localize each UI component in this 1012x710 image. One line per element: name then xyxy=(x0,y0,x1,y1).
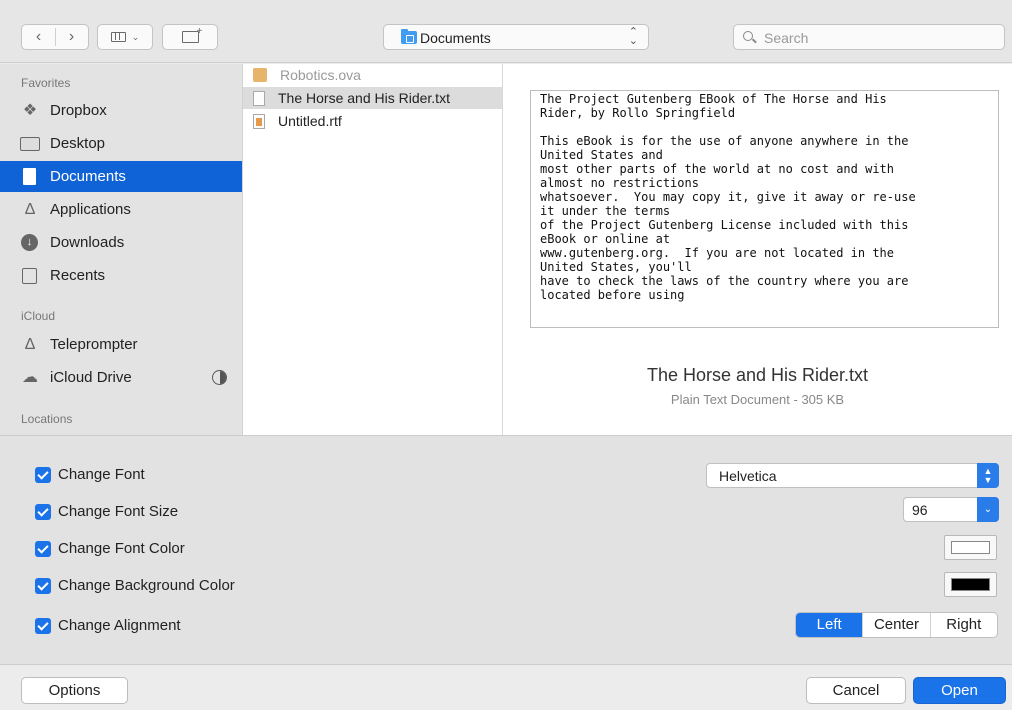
change-background-color-row: Change Background Color xyxy=(35,577,235,594)
applications-icon: ∆ xyxy=(25,335,35,353)
change-alignment-label: Change Alignment xyxy=(58,617,181,634)
file-name: Robotics.ova xyxy=(280,67,361,83)
preview-file-meta: Plain Text Document - 305 KB xyxy=(670,392,845,407)
back-forward-control: ‹ › xyxy=(21,24,89,50)
locations-header: Locations xyxy=(21,412,73,426)
change-font-row: Change Font xyxy=(35,466,145,483)
list-item[interactable]: The Horse and His Rider.txt xyxy=(243,87,502,109)
cancel-button[interactable]: Cancel xyxy=(806,677,906,704)
updown-arrows-icon: ▲ ▼ xyxy=(977,463,999,488)
columns-view-icon xyxy=(110,32,126,42)
new-folder-icon: + xyxy=(181,26,203,43)
change-font-color-checkbox[interactable] xyxy=(35,540,51,557)
change-font-size-label: Change Font Size xyxy=(58,503,179,520)
sidebar-item-documents[interactable]: Documents xyxy=(0,161,242,192)
updown-arrows-icon: ⌃ ⌄ xyxy=(628,26,638,47)
new-folder-button[interactable]: + xyxy=(162,24,218,50)
cloud-icon: ☁ xyxy=(22,368,38,386)
preview-text[interactable]: The Project Gutenberg EBook of The Horse… xyxy=(530,90,999,328)
package-icon xyxy=(253,68,267,82)
sidebar-item-label: Applications xyxy=(50,201,131,218)
change-font-checkbox[interactable] xyxy=(35,466,51,483)
change-font-size-checkbox[interactable] xyxy=(35,503,51,520)
font-value: Helvetica xyxy=(719,468,777,484)
background-color-well[interactable] xyxy=(944,572,997,597)
search-field[interactable]: Search xyxy=(733,24,1005,50)
change-font-size-row: Change Font Size xyxy=(35,503,178,520)
location-popup[interactable]: Documents ⌃ ⌄ xyxy=(383,24,649,50)
change-background-color-label: Change Background Color xyxy=(58,577,235,594)
location-label: Documents xyxy=(420,30,491,46)
chevron-down-icon: ⌄ xyxy=(131,31,140,42)
file-name: The Horse and His Rider.txt xyxy=(278,90,450,106)
sidebar-item-label: iCloud Drive xyxy=(50,369,132,386)
file-list: Robotics.ova The Horse and His Rider.txt… xyxy=(243,64,503,435)
list-item[interactable]: Untitled.rtf xyxy=(243,110,502,132)
sidebar-item-label: Downloads xyxy=(50,234,125,251)
background-color-swatch xyxy=(951,578,990,591)
sidebar-item-desktop[interactable]: Desktop xyxy=(0,128,242,159)
alignment-segmented-control: Left Center Right xyxy=(795,612,998,638)
sidebar-item-label: Dropbox xyxy=(50,102,107,119)
sidebar-item-downloads[interactable]: ↓ Downloads xyxy=(0,227,242,258)
font-popup[interactable]: Helvetica ▲ ▼ xyxy=(706,463,999,488)
change-font-label: Change Font xyxy=(58,466,145,483)
sidebar-item-label: Recents xyxy=(50,267,106,284)
align-center-segment[interactable]: Center xyxy=(862,613,929,637)
chevron-down-icon: ⌄ xyxy=(977,497,999,522)
font-color-well[interactable] xyxy=(944,535,997,560)
sidebar-item-label: Documents xyxy=(50,168,126,185)
icloud-header: iCloud xyxy=(21,309,56,323)
font-size-combo[interactable]: 96 ⌄ xyxy=(903,497,999,522)
preview-pane: The Project Gutenberg EBook of The Horse… xyxy=(503,64,1012,435)
options-button[interactable]: Options xyxy=(21,677,128,704)
forward-icon[interactable]: › xyxy=(55,28,88,46)
downloads-icon: ↓ xyxy=(19,233,41,252)
open-button[interactable]: Open xyxy=(913,677,1006,704)
sidebar-item-recents[interactable]: Recents xyxy=(0,260,242,291)
sidebar-item-applications[interactable]: ∆ Applications xyxy=(0,194,242,225)
search-placeholder: Search xyxy=(764,30,809,46)
folder-icon xyxy=(401,29,417,44)
toolbar: ‹ › ⌄ + Documents ⌃ ⌄ Search xyxy=(0,0,1012,63)
view-mode-button[interactable]: ⌄ xyxy=(97,24,153,50)
recents-icon xyxy=(19,267,41,285)
desktop-icon xyxy=(19,135,41,153)
change-alignment-row: Change Alignment xyxy=(35,617,181,634)
sidebar-item-teleprompter[interactable]: ∆ Teleprompter xyxy=(0,329,242,360)
dropbox-icon: ❖ xyxy=(22,101,38,119)
sidebar-item-label: Desktop xyxy=(50,135,106,152)
rtf-file-icon xyxy=(253,113,265,129)
change-font-color-label: Change Font Color xyxy=(58,540,185,557)
change-alignment-checkbox[interactable] xyxy=(35,617,51,634)
align-right-segment[interactable]: Right xyxy=(929,613,997,637)
preview-file-name: The Horse and His Rider.txt xyxy=(646,365,869,385)
align-left-segment[interactable]: Left xyxy=(796,613,863,637)
file-name: Untitled.rtf xyxy=(278,113,342,129)
sidebar-item-icloud-drive[interactable]: ☁ iCloud Drive xyxy=(0,362,242,393)
search-icon xyxy=(743,31,753,41)
favorites-header: Favorites xyxy=(21,76,71,90)
documents-icon xyxy=(19,167,41,186)
font-size-value: 96 xyxy=(912,502,928,518)
sidebar-item-label: Teleprompter xyxy=(50,336,138,353)
applications-icon: ∆ xyxy=(25,200,35,218)
change-font-color-row: Change Font Color xyxy=(35,540,185,557)
font-color-swatch xyxy=(951,541,990,554)
list-item[interactable]: Robotics.ova xyxy=(243,64,502,86)
sidebar-item-dropbox[interactable]: ❖ Dropbox xyxy=(0,95,242,126)
change-background-color-checkbox[interactable] xyxy=(35,577,51,594)
sidebar: Favorites ❖ Dropbox Desktop Documents ∆ … xyxy=(0,64,243,435)
sync-progress-icon xyxy=(212,370,227,385)
back-icon[interactable]: ‹ xyxy=(22,28,55,46)
text-file-icon xyxy=(253,90,265,106)
